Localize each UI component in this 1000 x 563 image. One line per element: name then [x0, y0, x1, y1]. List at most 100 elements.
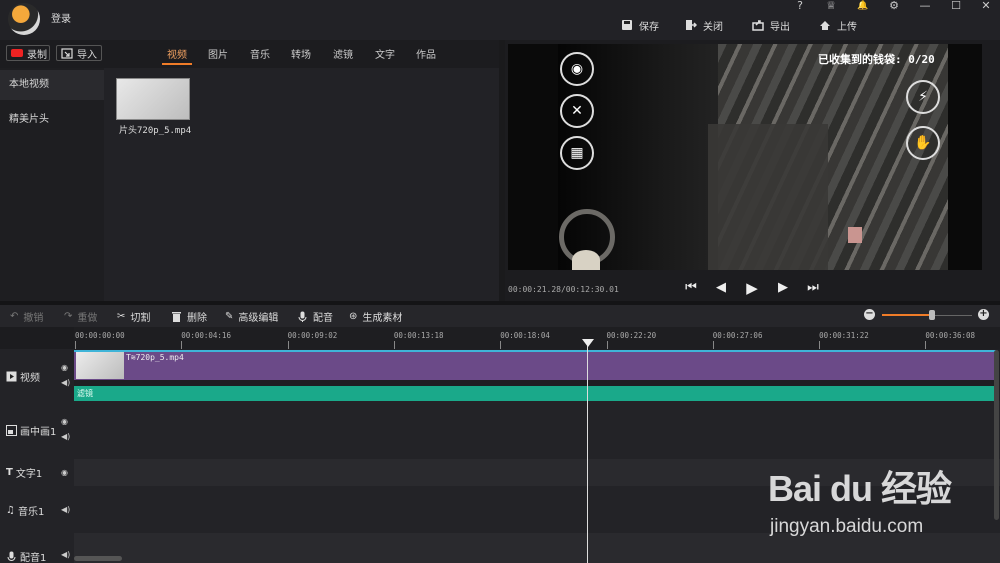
track-label-text-text: 文字1 [15, 469, 43, 480]
tick-label: 00:00:13:18 [393, 331, 444, 340]
close-button[interactable]: ✕ [975, 0, 997, 14]
zoom-slider-handle[interactable] [929, 310, 935, 320]
step-back-button[interactable]: ◀ [714, 281, 728, 295]
bell-icon[interactable]: 🔔 [852, 0, 874, 14]
gear-icon[interactable]: ⚙ [883, 0, 905, 14]
step-forward-button[interactable]: ▶ [776, 281, 790, 295]
vip-icon[interactable]: ♕ [820, 0, 842, 14]
horizontal-scrollbar[interactable] [74, 556, 122, 561]
delete-button[interactable]: 删除 [171, 309, 207, 324]
redo-button[interactable]: ↷ 重做 [64, 309, 97, 324]
minimize-button[interactable]: — [914, 0, 936, 14]
tick-mark [925, 341, 927, 349]
baidu-watermark-logo: Bai du 经验 [768, 468, 952, 509]
tab-transition[interactable]: 转场 [291, 46, 311, 61]
dub-label: 配音 [313, 313, 333, 324]
exit-label: 关闭 [703, 21, 723, 33]
advanced-edit-button[interactable]: ✎ 高级编辑 [225, 309, 278, 324]
pip-track-icon [6, 425, 17, 436]
panel-splitter[interactable] [499, 40, 505, 302]
import-button[interactable]: 导入 [56, 45, 102, 61]
speaker-icon[interactable]: ◀) [61, 378, 70, 387]
record-icon [11, 49, 23, 57]
speaker-icon[interactable]: ◀) [61, 505, 70, 514]
track-label-video-text: 视频 [20, 373, 40, 384]
export-button[interactable]: 导出 [752, 17, 790, 33]
save-button[interactable]: 保存 [621, 17, 659, 33]
playhead-line[interactable] [587, 339, 588, 563]
map-icon: ▦ [560, 136, 594, 170]
tab-music[interactable]: 音乐 [250, 46, 270, 61]
tab-works[interactable]: 作品 [416, 46, 436, 61]
tick-label: 00:00:22:20 [606, 331, 657, 340]
game-counter: 已收集到的钱袋: 0/20 [818, 53, 935, 66]
hand-icon: ✋ [906, 126, 940, 160]
tick-label: 00:00:00:00 [75, 331, 125, 340]
tick-label: 00:00:04:16 [181, 331, 231, 340]
advanced-edit-label: 高级编辑 [238, 313, 279, 324]
avatar[interactable] [8, 3, 40, 35]
tick-label: 00:00:09:02 [287, 331, 338, 340]
login-link[interactable]: 登录 [51, 10, 71, 25]
tools-icon: ✕ [560, 94, 594, 128]
import-label: 导入 [77, 49, 97, 61]
save-label: 保存 [639, 21, 659, 33]
filter-clip[interactable] [74, 386, 996, 401]
record-button[interactable]: 录制 [6, 45, 50, 61]
speaker-icon[interactable]: ◀) [61, 550, 70, 559]
track-label-text: T 文字1 [6, 465, 42, 480]
tab-image[interactable]: 图片 [208, 46, 228, 61]
tab-text[interactable]: 文字 [375, 46, 395, 61]
pencil-icon: ✎ [225, 311, 234, 322]
track-label-voice: 配音1 [6, 549, 46, 563]
cut-button[interactable]: ✂ 切割 [117, 309, 150, 324]
playhead-handle[interactable] [582, 339, 594, 347]
eye-icon[interactable]: ◉ [61, 468, 68, 477]
track-label-pip: 画中画1 [6, 423, 56, 438]
upload-icon [820, 21, 830, 30]
undo-button[interactable]: ↶ 撤销 [10, 309, 43, 324]
zoom-in-button[interactable]: + [978, 309, 989, 320]
skip-start-button[interactable]: ⏮ [684, 281, 698, 295]
track-label-music: ♫ 音乐1 [6, 503, 44, 518]
vertical-scrollbar[interactable] [994, 350, 999, 520]
dub-button[interactable]: 配音 [297, 309, 333, 324]
zoom-out-button[interactable]: − [864, 309, 875, 320]
tab-video[interactable]: 视频 [167, 46, 187, 61]
redo-icon: ↷ [64, 311, 73, 322]
speaker-icon[interactable]: ◀) [61, 432, 70, 441]
scissors-icon: ✂ [117, 311, 126, 322]
export-label: 导出 [770, 21, 790, 33]
sidebar-item-local-video[interactable]: 本地视频 [0, 70, 104, 100]
video-preview[interactable]: 已收集到的钱袋: 0/20 ◉ ✕ ▦ ⚡ ✋ [508, 44, 982, 270]
redo-label: 重做 [77, 313, 98, 324]
tick-mark [75, 341, 76, 349]
video-track-icon [6, 371, 17, 382]
skip-end-button[interactable]: ⏭ [806, 281, 820, 295]
trash-icon [172, 312, 181, 322]
generate-asset-button[interactable]: ⊛ 生成素材 [349, 309, 402, 324]
tab-filter[interactable]: 滤镜 [333, 46, 353, 61]
run-icon: ⚡ [906, 80, 940, 114]
music-track-icon: ♫ [6, 505, 15, 516]
eye-icon[interactable]: ◉ [61, 363, 68, 372]
media-thumbnail[interactable] [116, 78, 190, 120]
upload-button[interactable]: 上传 [819, 17, 857, 33]
undo-icon: ↶ [10, 311, 19, 322]
video-clip[interactable] [74, 350, 996, 380]
cut-label: 切割 [130, 313, 151, 324]
tick-label: 00:00:31:22 [819, 331, 869, 340]
clip-thumbnail [76, 352, 124, 379]
delete-label: 删除 [187, 313, 207, 324]
eye-icon[interactable]: ◉ [61, 417, 68, 426]
exit-button[interactable]: 关闭 [685, 17, 723, 33]
sidebar-item-intros[interactable]: 精美片头 [0, 105, 104, 135]
help-icon[interactable]: ? [789, 0, 811, 14]
exit-icon [686, 20, 697, 30]
play-button[interactable]: ▶ [745, 281, 759, 296]
track-label-video: 视频 [6, 369, 40, 384]
tick-label: 00:00:36:08 [925, 331, 976, 340]
pip-track[interactable] [74, 401, 1000, 459]
text-track-icon: T [6, 467, 13, 478]
maximize-button[interactable]: ☐ [945, 0, 967, 14]
